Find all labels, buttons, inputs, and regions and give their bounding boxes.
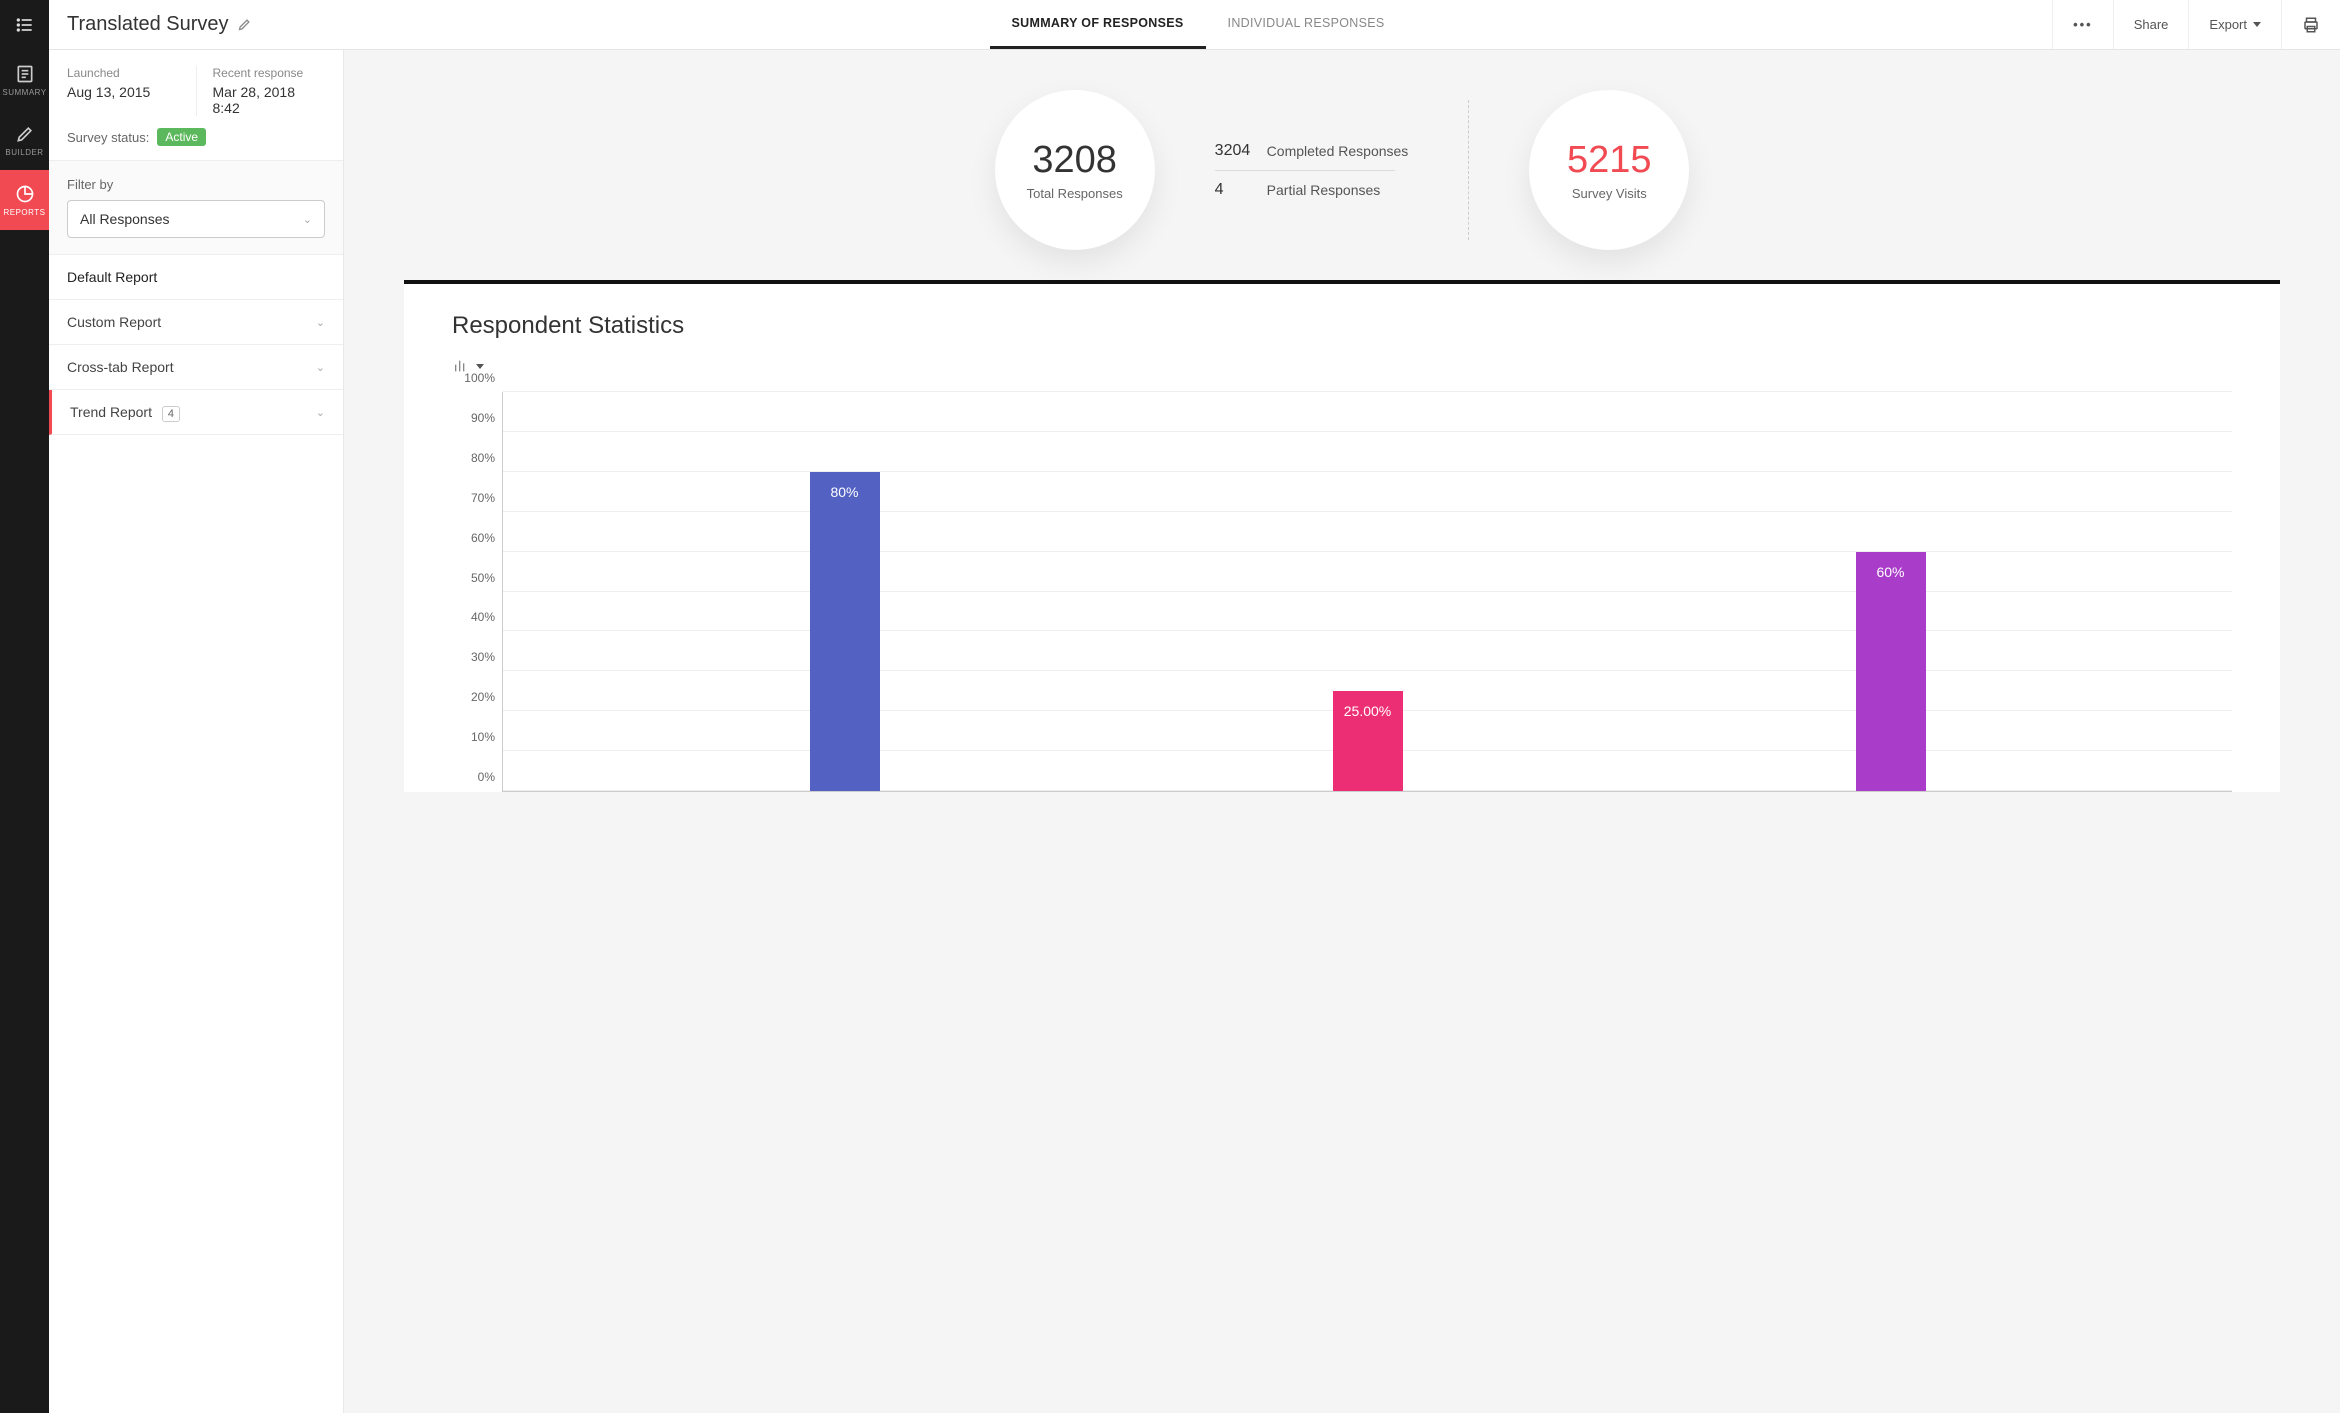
total-responses-circle: 3208 Total Responses xyxy=(995,90,1155,250)
pie-chart-icon xyxy=(15,184,35,204)
y-tick: 70% xyxy=(471,491,503,505)
y-tick: 30% xyxy=(471,650,503,664)
export-label: Export xyxy=(2209,17,2247,32)
caret-down-icon xyxy=(476,364,484,369)
more-icon: ••• xyxy=(2073,17,2093,32)
tab-summary-responses[interactable]: SUMMARY OF RESPONSES xyxy=(990,0,1206,49)
nav-reports[interactable]: REPORTS xyxy=(0,170,49,230)
completed-label: Completed Responses xyxy=(1267,143,1409,159)
report-list: Default Report Custom Report ⌄ Cross-tab… xyxy=(49,255,343,435)
share-button[interactable]: Share xyxy=(2113,0,2189,49)
y-tick: 40% xyxy=(471,610,503,624)
y-tick: 100% xyxy=(464,371,503,385)
trend-count-badge: 4 xyxy=(162,406,180,422)
respondent-stats-card: Respondent Statistics 0%10%20%30%40%50%6… xyxy=(404,280,2280,792)
list-icon xyxy=(15,15,35,35)
bars: 80% 25.00% 60% xyxy=(503,392,2232,791)
content: Launched Aug 13, 2015 Recent response Ma… xyxy=(49,50,2340,1413)
print-icon xyxy=(2302,16,2320,34)
report-crosstab-label: Cross-tab Report xyxy=(67,359,174,375)
main: Translated Survey SUMMARY OF RESPONSES I… xyxy=(49,0,2340,1413)
chevron-down-icon: ⌄ xyxy=(303,213,312,226)
bar-label: 60% xyxy=(1876,564,1904,580)
bar-2: 25.00% xyxy=(1333,691,1403,791)
recent-label: Recent response xyxy=(213,66,326,80)
topbar: Translated Survey SUMMARY OF RESPONSES I… xyxy=(49,0,2340,50)
filter-selected: All Responses xyxy=(80,211,170,227)
pencil-icon xyxy=(15,124,35,144)
summary-icon xyxy=(15,64,35,84)
y-tick: 10% xyxy=(471,730,503,744)
vertical-divider xyxy=(1468,100,1469,240)
caret-down-icon xyxy=(2253,22,2261,27)
partial-num: 4 xyxy=(1215,181,1255,199)
total-responses-num: 3208 xyxy=(1032,139,1117,182)
more-menu[interactable]: ••• xyxy=(2052,0,2113,49)
bar-1: 80% xyxy=(810,472,880,791)
total-responses-label: Total Responses xyxy=(1027,186,1123,201)
bar-label: 80% xyxy=(830,484,858,500)
y-tick: 60% xyxy=(471,531,503,545)
tab-individual-responses[interactable]: INDIVIDUAL RESPONSES xyxy=(1206,0,1407,49)
y-tick: 80% xyxy=(471,451,503,465)
report-trend-label: Trend Report xyxy=(70,404,152,420)
response-breakdown: 3204 Completed Responses 4 Partial Respo… xyxy=(1215,142,1409,199)
nav-toggle[interactable] xyxy=(0,0,49,50)
chart-title: Respondent Statistics xyxy=(452,312,2232,340)
info-block: Launched Aug 13, 2015 Recent response Ma… xyxy=(49,50,343,161)
chevron-down-icon: ⌄ xyxy=(316,361,325,374)
export-button[interactable]: Export xyxy=(2188,0,2281,49)
report-custom-label: Custom Report xyxy=(67,314,161,330)
report-crosstab[interactable]: Cross-tab Report ⌄ xyxy=(49,345,343,390)
edit-title-icon[interactable] xyxy=(237,17,252,32)
launched-value: Aug 13, 2015 xyxy=(67,84,180,100)
visits-label: Survey Visits xyxy=(1572,186,1647,201)
y-tick: 20% xyxy=(471,690,503,704)
nav-builder-label: BUILDER xyxy=(5,148,43,157)
survey-title-area: Translated Survey xyxy=(49,0,344,49)
status-badge: Active xyxy=(157,128,206,146)
y-tick: 90% xyxy=(471,411,503,425)
nav-builder[interactable]: BUILDER xyxy=(0,110,49,170)
filter-label: Filter by xyxy=(67,177,325,192)
recent-value: Mar 28, 2018 8:42 xyxy=(213,84,326,116)
survey-visits-circle: 5215 Survey Visits xyxy=(1529,90,1689,250)
report-trend[interactable]: Trend Report 4 ⌄ xyxy=(49,390,343,435)
status-label: Survey status: xyxy=(67,130,149,145)
tabs: SUMMARY OF RESPONSES INDIVIDUAL RESPONSE… xyxy=(344,0,2052,49)
y-tick: 50% xyxy=(471,571,503,585)
launched-label: Launched xyxy=(67,66,180,80)
nav-summary[interactable]: SUMMARY xyxy=(0,50,49,110)
stats-row: 3208 Total Responses 3204 Completed Resp… xyxy=(344,50,2340,280)
side-panel: Launched Aug 13, 2015 Recent response Ma… xyxy=(49,50,344,1413)
chevron-down-icon: ⌄ xyxy=(316,406,325,419)
nav-summary-label: SUMMARY xyxy=(2,88,46,97)
partial-label: Partial Responses xyxy=(1267,182,1381,198)
top-actions: ••• Share Export xyxy=(2052,0,2340,49)
y-tick: 0% xyxy=(478,770,503,784)
completed-num: 3204 xyxy=(1215,142,1255,160)
chevron-down-icon: ⌄ xyxy=(316,316,325,329)
visits-num: 5215 xyxy=(1567,139,1652,182)
filter-block: Filter by All Responses ⌄ xyxy=(49,161,343,255)
chart-type-selector[interactable] xyxy=(452,358,2232,374)
nav-rail: SUMMARY BUILDER REPORTS xyxy=(0,0,49,1413)
chart-area: 0%10%20%30%40%50%60%70%80%90%100%80%25.0… xyxy=(502,392,2232,792)
report-custom[interactable]: Custom Report ⌄ xyxy=(49,300,343,345)
filter-select[interactable]: All Responses ⌄ xyxy=(67,200,325,238)
bar-3: 60% xyxy=(1856,552,1926,791)
canvas: 3208 Total Responses 3204 Completed Resp… xyxy=(344,50,2340,1413)
divider xyxy=(1215,170,1395,171)
report-default[interactable]: Default Report xyxy=(49,255,343,300)
bar-label: 25.00% xyxy=(1344,703,1391,719)
survey-title: Translated Survey xyxy=(67,13,229,36)
nav-reports-label: REPORTS xyxy=(3,208,45,217)
print-button[interactable] xyxy=(2281,0,2340,49)
